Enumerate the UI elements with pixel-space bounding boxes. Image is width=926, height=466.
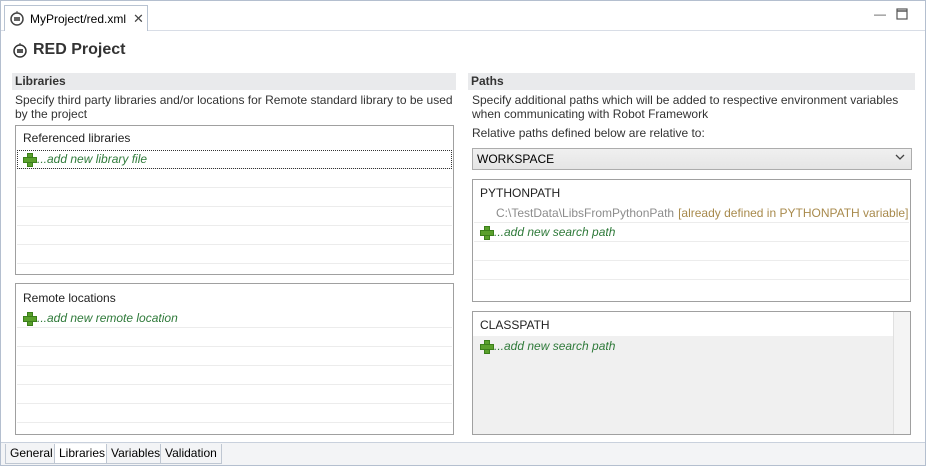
- add-remote-location-label: ...add new remote location: [37, 311, 178, 325]
- classpath-scrollbar[interactable]: [893, 312, 910, 434]
- list-item: [17, 385, 452, 404]
- relative-paths-label: Relative paths defined below are relativ…: [472, 126, 705, 140]
- list-item: [474, 242, 909, 261]
- list-item: [17, 207, 452, 226]
- plus-icon: [480, 226, 494, 240]
- add-remote-location-row[interactable]: ...add new remote location: [17, 309, 452, 328]
- list-item: [17, 366, 452, 385]
- editor-tab-label: MyProject/red.xml: [30, 11, 127, 26]
- editor-page-tabs: General Libraries Variables Validation: [1, 442, 925, 465]
- add-library-file-label: ...add new library file: [37, 152, 148, 166]
- editor-tabstrip: MyProject/red.xml ✕ —: [1, 1, 925, 31]
- list-item: [17, 169, 452, 188]
- remote-locations-title: Remote locations: [23, 291, 116, 305]
- close-icon[interactable]: ✕: [133, 11, 144, 27]
- tab-variables[interactable]: Variables: [106, 444, 166, 464]
- tab-validation[interactable]: Validation: [160, 444, 222, 464]
- add-classpath-search-path-row[interactable]: ...add new search path: [474, 336, 892, 355]
- relative-to-value: WORKSPACE: [477, 152, 555, 166]
- classpath-group: CLASSPATH ...add new search path: [472, 311, 911, 435]
- maximize-icon[interactable]: [895, 8, 909, 22]
- list-item: [17, 188, 452, 207]
- list-item: [17, 245, 452, 264]
- list-item: [17, 347, 452, 366]
- page-title: RED Project: [12, 39, 125, 61]
- classpath-title: CLASSPATH: [480, 318, 550, 332]
- remote-locations-group: Remote locations ...add new remote locat…: [15, 283, 454, 435]
- plus-icon: [480, 339, 494, 354]
- relative-to-select[interactable]: WORKSPACE: [472, 148, 912, 170]
- robot-project-icon: [10, 10, 24, 26]
- editor-tab-red-xml[interactable]: MyProject/red.xml ✕: [4, 5, 148, 31]
- minimize-icon[interactable]: —: [873, 8, 887, 22]
- page-title-text: RED Project: [33, 41, 126, 58]
- referenced-libraries-group: Referenced libraries ...add new library …: [15, 125, 454, 275]
- paths-section-title: Paths: [468, 73, 915, 90]
- list-item: [474, 261, 909, 280]
- chevron-down-icon: [895, 152, 905, 165]
- editor-window: MyProject/red.xml ✕ — RED Project Librar…: [0, 0, 926, 466]
- referenced-libraries-title: Referenced libraries: [23, 131, 131, 145]
- list-item: [17, 226, 452, 245]
- libraries-description: Specify third party libraries and/or loc…: [15, 93, 453, 121]
- add-library-file-row[interactable]: ...add new library file: [17, 150, 452, 169]
- plus-icon: [23, 153, 37, 167]
- robot-project-icon: [13, 43, 27, 58]
- tab-general[interactable]: General: [5, 444, 58, 464]
- pythonpath-title: PYTHONPATH: [480, 186, 561, 200]
- plus-icon: [23, 312, 37, 326]
- add-pythonpath-search-path-row[interactable]: ...add new search path: [474, 223, 909, 242]
- libraries-section-title: Libraries: [12, 73, 456, 90]
- pythonpath-group: PYTHONPATH C:\TestData\LibsFromPythonPat…: [472, 179, 911, 302]
- paths-description: Specify additional paths which will be a…: [472, 93, 899, 121]
- add-pythonpath-label: ...add new search path: [494, 225, 616, 239]
- pythonpath-entry-row[interactable]: C:\TestData\LibsFromPythonPath [already …: [474, 204, 909, 223]
- list-item: [17, 404, 452, 423]
- add-classpath-label: ...add new search path: [494, 338, 616, 353]
- pythonpath-entry-note: [already defined in PYTHONPATH variable]: [678, 206, 909, 220]
- list-item: [17, 328, 452, 347]
- tab-libraries[interactable]: Libraries: [54, 444, 111, 464]
- pythonpath-entry-path: C:\TestData\LibsFromPythonPath: [496, 206, 675, 220]
